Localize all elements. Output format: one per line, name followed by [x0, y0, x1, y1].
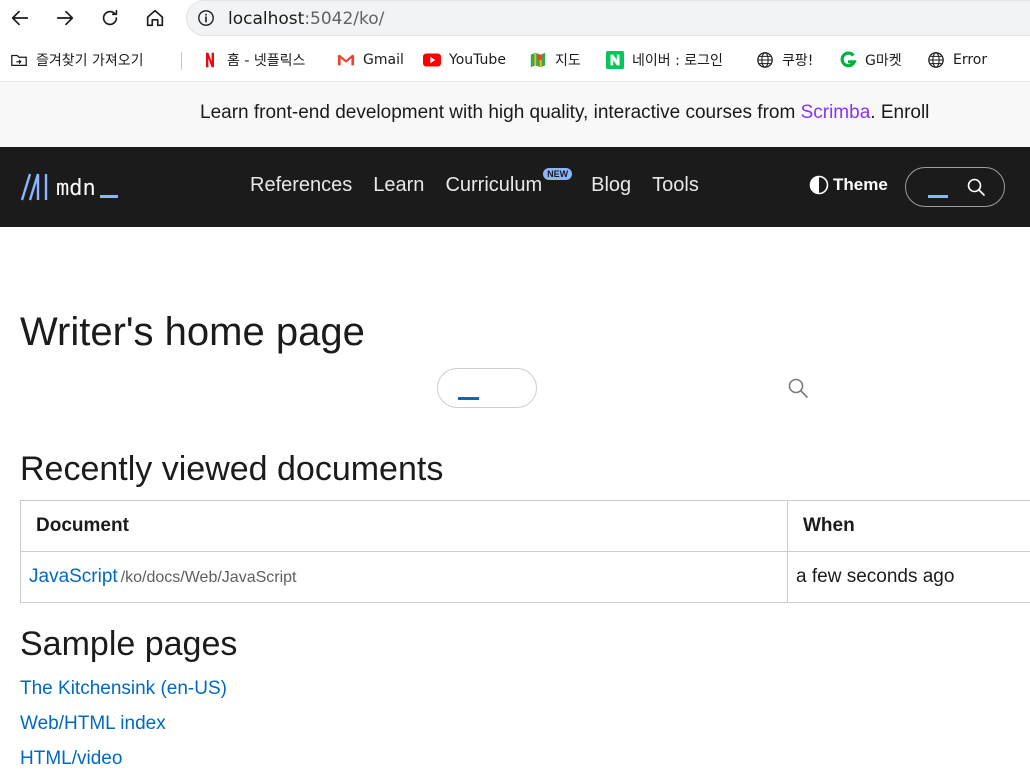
list-item: The Kitchensink (en-US): [20, 678, 227, 713]
netflix-icon: [201, 51, 219, 69]
scrimba-link[interactable]: Scrimba: [801, 102, 871, 123]
youtube-icon: [423, 51, 441, 69]
banner-text: Learn front-end development with high qu…: [200, 102, 929, 124]
sample-link-html-video[interactable]: HTML/video: [20, 748, 122, 769]
arrow-left-icon: [11, 10, 29, 26]
search-cursor: [458, 397, 479, 400]
bookmark-youtube[interactable]: YouTube: [423, 48, 506, 72]
site-header: mdn References Learn Curriculum NEW Blog …: [0, 147, 1030, 227]
bookmark-label: 네이버 : 로그인: [632, 53, 723, 69]
table-row: JavaScript/ko/docs/Web/JavaScript a few …: [20, 551, 1030, 603]
reload-icon: [102, 9, 118, 26]
sample-link-html-index[interactable]: Web/HTML index: [20, 713, 166, 734]
nav-curriculum-label: Curriculum: [445, 174, 543, 196]
import-bookmarks-icon: [10, 51, 28, 69]
when-cell: a few seconds ago: [787, 551, 1030, 603]
banner-text-before: Learn front-end development with high qu…: [200, 102, 801, 123]
arrow-right-icon: [56, 10, 74, 26]
recent-documents-heading: Recently viewed documents: [20, 450, 444, 488]
nav-tools[interactable]: Tools: [652, 174, 699, 197]
list-item: HTML/video: [20, 748, 227, 781]
document-link[interactable]: JavaScript: [29, 566, 118, 587]
document-path: /ko/docs/Web/JavaScript: [120, 569, 297, 586]
url-host: localhost: [228, 9, 305, 29]
bookmark-label: Gmail: [363, 52, 404, 68]
bookmark-import[interactable]: 즐겨찾기 가져오기: [10, 48, 144, 72]
maps-icon: [529, 51, 547, 69]
theme-label: Theme: [833, 175, 888, 194]
content-search-input[interactable]: [437, 368, 537, 408]
bookmark-label: Error: [953, 52, 988, 68]
header-search-button[interactable]: [905, 167, 1005, 207]
document-cell: JavaScript/ko/docs/Web/JavaScript: [20, 551, 788, 603]
theme-icon: [809, 175, 829, 195]
bookmark-gmail[interactable]: Gmail: [337, 48, 404, 72]
promo-banner: Learn front-end development with high qu…: [0, 82, 1030, 148]
url-text: localhost:5042/ko/: [228, 9, 384, 29]
bookmarks-divider: [181, 52, 182, 70]
bookmarks-bar: 즐겨찾기 가져오기 홈 - 넷플릭스 Gmail YouTube 지도 네이버 …: [0, 38, 1030, 82]
bookmark-error[interactable]: Error: [927, 48, 987, 72]
bookmark-label: 즐겨찾기 가져오기: [36, 53, 144, 69]
globe-icon: [756, 51, 774, 69]
nav-blog[interactable]: Blog: [591, 174, 631, 197]
logo-underscore: [99, 195, 118, 198]
sample-link-kitchensink[interactable]: The Kitchensink (en-US): [20, 678, 227, 699]
bookmark-coupang[interactable]: 쿠팡!: [756, 48, 813, 72]
column-header-document: Document: [20, 500, 788, 552]
nav-curriculum[interactable]: Curriculum NEW: [445, 168, 573, 197]
naver-icon: [606, 51, 624, 69]
browser-toolbar: localhost:5042/ko/: [0, 0, 1030, 38]
bookmark-label: G마켓: [865, 53, 902, 69]
bookmark-gmarket[interactable]: G마켓: [839, 48, 902, 72]
bookmark-label: 지도: [555, 53, 581, 69]
search-icon[interactable]: [787, 377, 809, 399]
bookmark-maps[interactable]: 지도: [529, 48, 581, 72]
mdn-logo[interactable]: mdn: [20, 173, 118, 201]
page-title: Writer's home page: [20, 310, 365, 354]
address-bar[interactable]: localhost:5042/ko/: [186, 0, 1030, 36]
bookmark-label: 홈 - 넷플릭스: [227, 53, 306, 69]
bookmark-label: YouTube: [449, 52, 506, 68]
reload-button[interactable]: [95, 4, 125, 32]
bookmark-netflix[interactable]: 홈 - 넷플릭스: [201, 48, 305, 72]
logo-text: mdn: [56, 176, 96, 201]
sample-pages-list: The Kitchensink (en-US) Web/HTML index H…: [20, 678, 227, 781]
gmail-icon: [337, 51, 355, 69]
globe-icon: [927, 51, 945, 69]
recent-documents-table: Document When JavaScript/ko/docs/Web/Jav…: [20, 500, 1030, 603]
bookmark-naver[interactable]: 네이버 : 로그인: [606, 48, 723, 72]
list-item: Web/HTML index: [20, 713, 227, 748]
back-button[interactable]: [5, 4, 35, 32]
nav-learn[interactable]: Learn: [373, 174, 424, 197]
home-icon: [146, 9, 164, 27]
url-path: :5042/ko/: [304, 9, 385, 29]
mdn-logo-icon: [20, 173, 48, 201]
main-nav: References Learn Curriculum NEW Blog Tool…: [250, 168, 720, 197]
nav-references[interactable]: References: [250, 174, 352, 197]
search-icon: [967, 178, 985, 196]
info-icon[interactable]: [197, 9, 215, 27]
gmarket-icon: [839, 51, 857, 69]
search-cursor: [928, 195, 948, 198]
forward-button[interactable]: [50, 4, 80, 32]
column-header-when: When: [787, 500, 1030, 552]
theme-button[interactable]: Theme: [809, 175, 888, 195]
new-badge: NEW: [543, 168, 573, 180]
home-button[interactable]: [140, 4, 170, 32]
sample-pages-heading: Sample pages: [20, 625, 238, 663]
bookmark-label: 쿠팡!: [782, 53, 814, 69]
banner-text-after: . Enroll: [870, 102, 930, 123]
table-header-row: Document When: [20, 500, 1030, 552]
